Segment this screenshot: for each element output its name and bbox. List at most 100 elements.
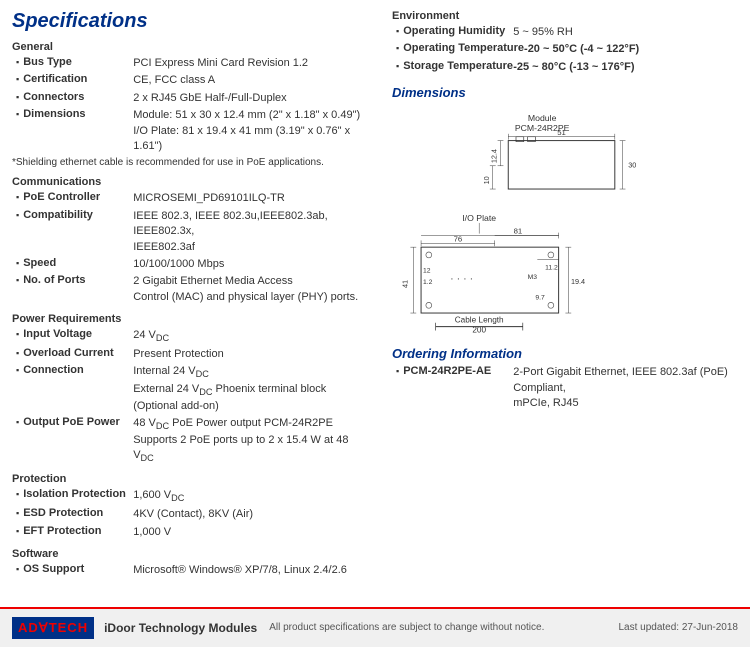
dimensions-diagram: Module PCM-24R2PE 51 12.4 (392, 106, 702, 336)
svg-text:12: 12 (423, 268, 431, 275)
main-content: Specifications General Bus Type PCI Expr… (0, 0, 750, 647)
overload-value: Present Protection (133, 347, 224, 362)
overload-label: Overload Current (23, 347, 133, 359)
dimensions-label: Dimensions (23, 108, 133, 120)
connection-row: Connection Internal 24 VDCExternal 24 VD… (12, 364, 372, 413)
dimensions-value: Module: 51 x 30 x 12.4 mm (2" x 1.18" x … (133, 108, 372, 154)
ports-row: No. of Ports 2 Gigabit Ethernet Media Ac… (12, 274, 372, 305)
op-temp-label: Operating Temperature (403, 42, 524, 54)
dimensions-title: Dimensions (392, 85, 738, 100)
footer-module-text: iDoor Technology Modules (104, 621, 257, 635)
ports-value: 2 Gigabit Ethernet Media AccessControl (… (133, 274, 358, 305)
order-row: PCM-24R2PE-AE 2-Port Gigabit Ethernet, I… (392, 365, 738, 411)
svg-text:19.4: 19.4 (571, 277, 585, 286)
speed-label: Speed (23, 257, 133, 269)
eft-value: 1,000 V (133, 525, 171, 540)
svg-text:9.7: 9.7 (535, 295, 545, 302)
connection-value: Internal 24 VDCExternal 24 VDC Phoenix t… (133, 364, 372, 413)
humidity-label: Operating Humidity (403, 25, 513, 37)
op-temp-value: -20 ~ 50°C (-4 ~ 122°F) (524, 42, 639, 57)
svg-text:I/O Plate: I/O Plate (462, 213, 496, 223)
bus-type-label: Bus Type (23, 56, 133, 68)
logo-ad: AD (18, 620, 39, 635)
ordering-title: Ordering Information (392, 346, 738, 361)
connectors-value: 2 x RJ45 GbE Half-/Full-Duplex (133, 91, 286, 106)
svg-text:11.2: 11.2 (545, 265, 558, 272)
certification-label: Certification (23, 73, 133, 85)
power-section: Power Requirements Input Voltage 24 VDC … (12, 313, 372, 465)
isolation-row: Isolation Protection 1,600 VDC (12, 488, 372, 505)
protection-heading: Protection (12, 473, 372, 485)
input-voltage-label: Input Voltage (23, 328, 133, 340)
os-support-value: Microsoft® Windows® XP/7/8, Linux 2.4/2.… (133, 563, 347, 578)
eft-label: EFT Protection (23, 525, 133, 537)
logo-tech: TECH (49, 620, 88, 635)
order-label: PCM-24R2PE-AE (403, 365, 513, 377)
order-value: 2-Port Gigabit Ethernet, IEEE 802.3af (P… (513, 365, 738, 411)
dimensions-row: Dimensions Module: 51 x 30 x 12.4 mm (2"… (12, 108, 372, 154)
speed-row: Speed 10/100/1000 Mbps (12, 257, 372, 272)
esd-label: ESD Protection (23, 507, 133, 519)
esd-value: 4KV (Contact), 8KV (Air) (133, 507, 253, 522)
isolation-label: Isolation Protection (23, 488, 133, 500)
poe-controller-row: PoE Controller MICROSEMI_PD69101ILQ-TR (12, 191, 372, 206)
connection-label: Connection (23, 364, 133, 376)
footer-note: All product specifications are subject t… (269, 622, 618, 633)
input-voltage-value: 24 VDC (133, 328, 169, 345)
software-section: Software OS Support Microsoft® Windows® … (12, 548, 372, 578)
general-heading: General (12, 41, 372, 53)
os-support-row: OS Support Microsoft® Windows® XP/7/8, L… (12, 563, 372, 578)
environment-section: Environment Operating Humidity 5 ~ 95% R… (392, 10, 738, 75)
connectors-label: Connectors (23, 91, 133, 103)
communications-heading: Communications (12, 176, 372, 188)
svg-text:41: 41 (401, 280, 410, 288)
protection-section: Protection Isolation Protection 1,600 VD… (12, 473, 372, 540)
eft-row: EFT Protection 1,000 V (12, 525, 372, 540)
svg-text:1.2: 1.2 (423, 279, 433, 286)
poe-controller-value: MICROSEMI_PD69101ILQ-TR (133, 191, 285, 206)
storage-temp-label: Storage Temperature (403, 60, 513, 72)
svg-text:51: 51 (557, 128, 566, 137)
storage-temp-row: Storage Temperature -25 ~ 80°C (-13 ~ 17… (392, 60, 738, 75)
svg-text:30: 30 (628, 161, 636, 170)
environment-heading: Environment (392, 10, 738, 22)
connectors-row: Connectors 2 x RJ45 GbE Half-/Full-Duple… (12, 91, 372, 106)
svg-text:M3: M3 (528, 274, 538, 281)
humidity-row: Operating Humidity 5 ~ 95% RH (392, 25, 738, 40)
svg-text:81: 81 (514, 227, 523, 236)
footer-date: Last updated: 27-Jun-2018 (618, 622, 738, 633)
footer-logo: AD∀TECH (12, 617, 94, 639)
power-heading: Power Requirements (12, 313, 372, 325)
software-heading: Software (12, 548, 372, 560)
compatibility-value: IEEE 802.3, IEEE 802.3u,IEEE802.3ab, IEE… (133, 209, 372, 255)
left-column: Specifications General Bus Type PCI Expr… (12, 10, 382, 587)
humidity-value: 5 ~ 95% RH (513, 25, 573, 40)
isolation-value: 1,600 VDC (133, 488, 184, 505)
footer: AD∀TECH iDoor Technology Modules All pro… (0, 607, 750, 647)
certification-row: Certification CE, FCC class A (12, 73, 372, 88)
esd-row: ESD Protection 4KV (Contact), 8KV (Air) (12, 507, 372, 522)
svg-text:Module: Module (528, 113, 557, 123)
page-title: Specifications (12, 10, 372, 33)
overload-row: Overload Current Present Protection (12, 347, 372, 362)
svg-text:Cable Length: Cable Length (455, 316, 504, 325)
compatibility-label: Compatibility (23, 209, 133, 221)
ordering-section: Ordering Information PCM-24R2PE-AE 2-Por… (392, 346, 738, 411)
communications-section: Communications PoE Controller MICROSEMI_… (12, 176, 372, 305)
svg-text:· · · ·: · · · · (450, 273, 473, 285)
footer-left: AD∀TECH iDoor Technology Modules (12, 617, 257, 639)
general-section: General Bus Type PCI Express Mini Card R… (12, 41, 372, 168)
bus-type-row: Bus Type PCI Express Mini Card Revision … (12, 56, 372, 71)
svg-text:12.4: 12.4 (490, 149, 499, 163)
bus-type-value: PCI Express Mini Card Revision 1.2 (133, 56, 308, 71)
dimensions-svg: Module PCM-24R2PE 51 12.4 (392, 106, 702, 336)
ports-label: No. of Ports (23, 274, 133, 286)
op-temp-row: Operating Temperature -20 ~ 50°C (-4 ~ 1… (392, 42, 738, 57)
output-poe-value: 48 VDC PoE Power output PCM-24R2PESuppor… (133, 416, 372, 465)
storage-temp-value: -25 ~ 80°C (-13 ~ 176°F) (513, 60, 634, 75)
output-poe-label: Output PoE Power (23, 416, 133, 428)
shielding-note: *Shielding ethernet cable is recommended… (12, 157, 372, 168)
os-support-label: OS Support (23, 563, 133, 575)
right-column: Environment Operating Humidity 5 ~ 95% R… (382, 10, 738, 587)
poe-controller-label: PoE Controller (23, 191, 133, 203)
